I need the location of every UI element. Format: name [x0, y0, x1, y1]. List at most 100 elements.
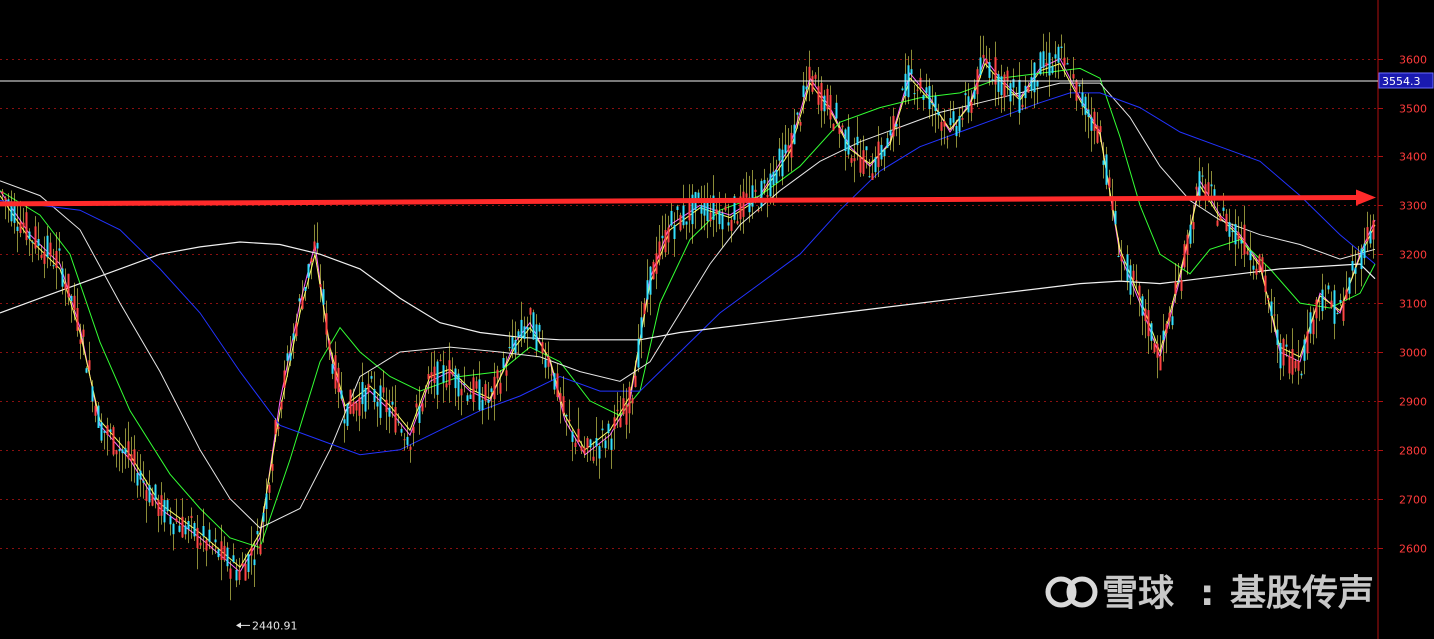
candle-body: [397, 421, 400, 423]
candle-body: [817, 86, 820, 105]
candle-body: [73, 295, 76, 310]
candle-body: [355, 403, 358, 411]
candle-body: [466, 395, 469, 402]
candle-body: [970, 101, 973, 113]
candle-body: [1171, 316, 1174, 326]
candle-body: [4, 197, 7, 200]
candle-body: [835, 102, 838, 119]
candle-body: [661, 235, 664, 239]
candle-body: [880, 144, 883, 160]
candle-body: [967, 96, 970, 113]
candle-body: [829, 95, 832, 120]
candle-body: [727, 222, 730, 226]
candle-body: [1144, 308, 1147, 321]
candle-body: [1084, 96, 1087, 115]
candle-body: [1048, 52, 1051, 76]
candle-body: [991, 79, 994, 81]
candle-body: [316, 242, 319, 249]
low-marker-label: 2440.91: [252, 619, 298, 632]
watermark-author: 基股传声: [1230, 573, 1374, 614]
candle-body: [1210, 184, 1213, 187]
candle-body: [544, 359, 547, 368]
candle-body: [199, 542, 202, 546]
candle-body: [205, 540, 208, 551]
candle-body: [361, 382, 364, 405]
candle-body: [346, 403, 349, 426]
y-tick-label: 3600: [1399, 54, 1427, 67]
candle-body: [1108, 177, 1111, 188]
candle-body: [964, 93, 967, 96]
candle-body: [130, 454, 133, 462]
candle-body: [553, 373, 556, 390]
candle-body: [910, 69, 913, 75]
candle-body: [28, 231, 31, 239]
candle-body: [277, 426, 280, 429]
candle-body: [700, 205, 703, 214]
candle-body: [1102, 160, 1105, 165]
candle-body: [439, 359, 442, 361]
candle-body: [1300, 373, 1303, 376]
candle-body: [472, 377, 475, 402]
candle-body: [883, 149, 886, 157]
candle-body: [1225, 213, 1228, 231]
candle-body: [529, 307, 532, 315]
candle-body: [1096, 125, 1099, 143]
candle-body: [1054, 54, 1057, 59]
candle-body: [1279, 343, 1282, 369]
candle-body: [145, 490, 148, 501]
candle-body: [1273, 314, 1276, 316]
candle-body: [103, 430, 106, 433]
candle-body: [1105, 154, 1108, 185]
candle-body: [1264, 275, 1267, 293]
candle-body: [502, 358, 505, 368]
candle-body: [154, 484, 157, 500]
candle-body: [97, 405, 100, 428]
candle-body: [742, 191, 745, 217]
candle-body: [124, 448, 127, 454]
candle-body: [838, 128, 841, 134]
candle-body: [295, 322, 298, 337]
candle-body: [790, 132, 793, 158]
candle-body: [664, 230, 667, 253]
candle-body: [1099, 126, 1102, 133]
candle-body: [394, 407, 397, 433]
candle-body: [67, 273, 70, 298]
candle-body: [37, 239, 40, 246]
candle-body: [574, 442, 577, 447]
candle-body: [1189, 224, 1192, 244]
candle-body: [1006, 70, 1009, 82]
candle-body: [1081, 92, 1084, 107]
y-tick-label: 3100: [1399, 298, 1427, 311]
candle-body: [1297, 360, 1300, 371]
candle-body: [775, 170, 778, 183]
candle-body: [403, 439, 406, 441]
candle-body: [1288, 356, 1291, 374]
candle-body: [670, 210, 673, 226]
candle-body: [193, 523, 196, 537]
candle-body: [1021, 104, 1024, 108]
candle-body: [1306, 331, 1309, 354]
candle-body: [424, 389, 427, 391]
candle-body: [595, 438, 598, 447]
y-tick-label: 2900: [1399, 396, 1427, 409]
candle-body: [568, 419, 571, 422]
candle-body: [1, 191, 4, 194]
candle-body: [49, 242, 52, 257]
candle-body: [1123, 261, 1126, 263]
candle-body: [160, 495, 163, 516]
candle-body: [616, 409, 619, 412]
candle-body: [151, 494, 154, 506]
candle-body: [589, 439, 592, 448]
candle-body: [43, 251, 46, 264]
candle-body: [730, 219, 733, 231]
candle-body: [499, 382, 502, 394]
candle-body: [22, 222, 25, 228]
candle-body: [874, 157, 877, 173]
candle-body: [922, 95, 925, 100]
candle-body: [988, 62, 991, 78]
candle-body: [136, 473, 139, 486]
candle-body: [1360, 248, 1363, 269]
candle-body: [82, 329, 85, 337]
candle-body: [250, 547, 253, 556]
candle-body: [949, 118, 952, 126]
